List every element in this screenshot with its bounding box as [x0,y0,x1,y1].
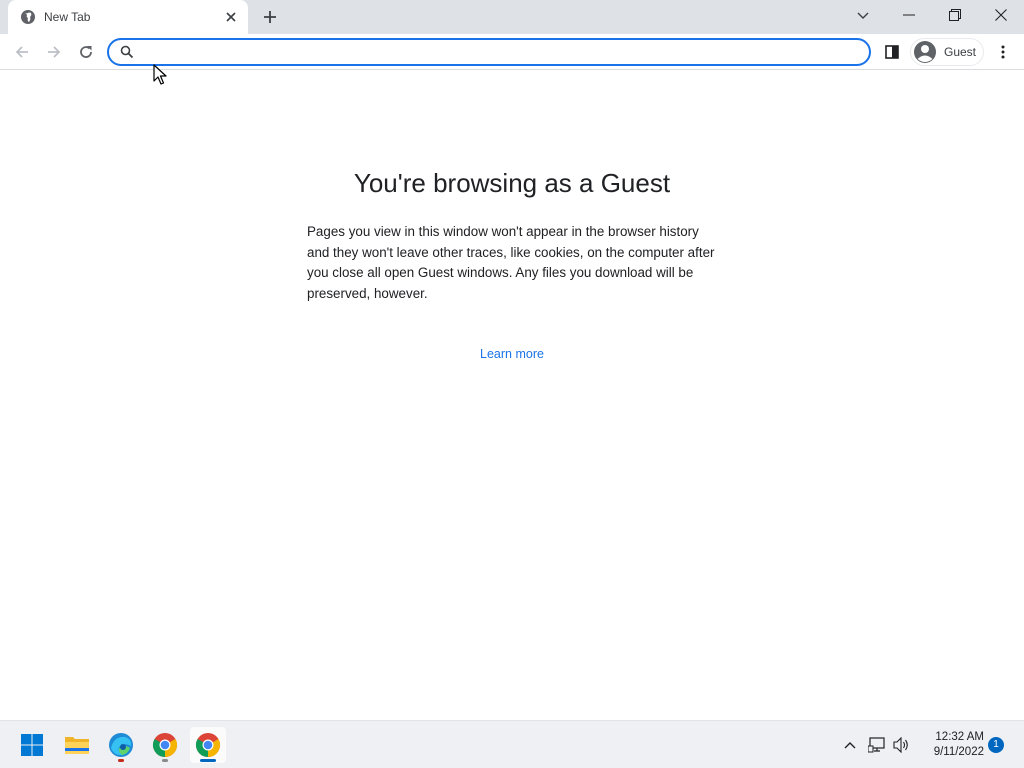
chrome-active-button[interactable] [190,727,226,763]
omnibox[interactable] [107,38,871,66]
network-icon [868,737,885,753]
side-panel-icon [885,45,899,59]
avatar-icon [914,41,936,63]
restore-button[interactable] [932,0,978,30]
volume-icon [893,737,908,753]
new-tab-button[interactable] [258,5,282,29]
omnibox-input[interactable] [141,42,861,62]
minimize-icon [903,14,915,16]
reload-button[interactable] [74,40,98,64]
mouse-cursor-icon [153,64,167,85]
edge-button[interactable] [103,727,139,763]
search-icon [120,45,134,59]
learn-more-link[interactable]: Learn more [0,347,1024,361]
forward-button[interactable] [42,40,66,64]
file-explorer-button[interactable] [59,727,95,763]
start-button[interactable] [14,727,50,763]
tab-strip: New Tab [0,0,1024,34]
side-panel-button[interactable] [882,42,902,62]
arrow-left-icon [15,46,28,58]
taskbar: 12:32 AM 9/11/2022 1 [0,720,1024,768]
folder-icon [65,737,89,754]
more-vert-icon [1001,45,1005,59]
network-button[interactable] [867,735,887,755]
guest-page: You're browsing as a Guest Pages you vie… [0,71,1024,720]
volume-button[interactable] [892,735,912,755]
plus-icon [264,11,276,23]
tab-search-button[interactable] [852,5,874,27]
browser-menu-button[interactable] [994,42,1012,62]
chevron-down-icon [857,12,869,19]
close-tab-icon[interactable] [223,9,239,25]
profile-button[interactable]: Guest [910,38,984,66]
chrome-active-indicator [200,759,216,762]
chrome-icon [152,733,178,757]
browser-window: New Tab Guest You're browsing as a Guest… [0,0,1024,720]
restore-icon [949,9,961,21]
globe-icon [21,10,35,24]
clock-date: 9/11/2022 [933,746,984,758]
chrome-button[interactable] [147,727,183,763]
guest-description: Pages you view in this window won't appe… [307,224,715,301]
close-window-button[interactable] [978,0,1024,30]
clock-time: 12:32 AM [935,731,984,743]
chrome-icon [195,733,221,757]
close-icon [995,9,1007,21]
notification-badge[interactable]: 1 [988,737,1004,753]
reload-icon [80,46,92,58]
chevron-up-icon [844,742,856,749]
page-title: You're browsing as a Guest [353,168,671,198]
arrow-right-icon [48,46,61,58]
minimize-button[interactable] [886,0,932,30]
tab-title: New Tab [44,10,91,24]
profile-label: Guest [944,45,977,59]
chrome-running-indicator [162,759,168,762]
show-hidden-icons-button[interactable] [840,735,860,755]
edge-icon [109,733,133,757]
back-button[interactable] [10,40,34,64]
windows-logo-icon [21,734,43,756]
tab-new-tab[interactable]: New Tab [8,0,248,34]
edge-running-indicator [118,759,124,762]
clock[interactable]: 12:32 AM 9/11/2022 [918,730,984,760]
